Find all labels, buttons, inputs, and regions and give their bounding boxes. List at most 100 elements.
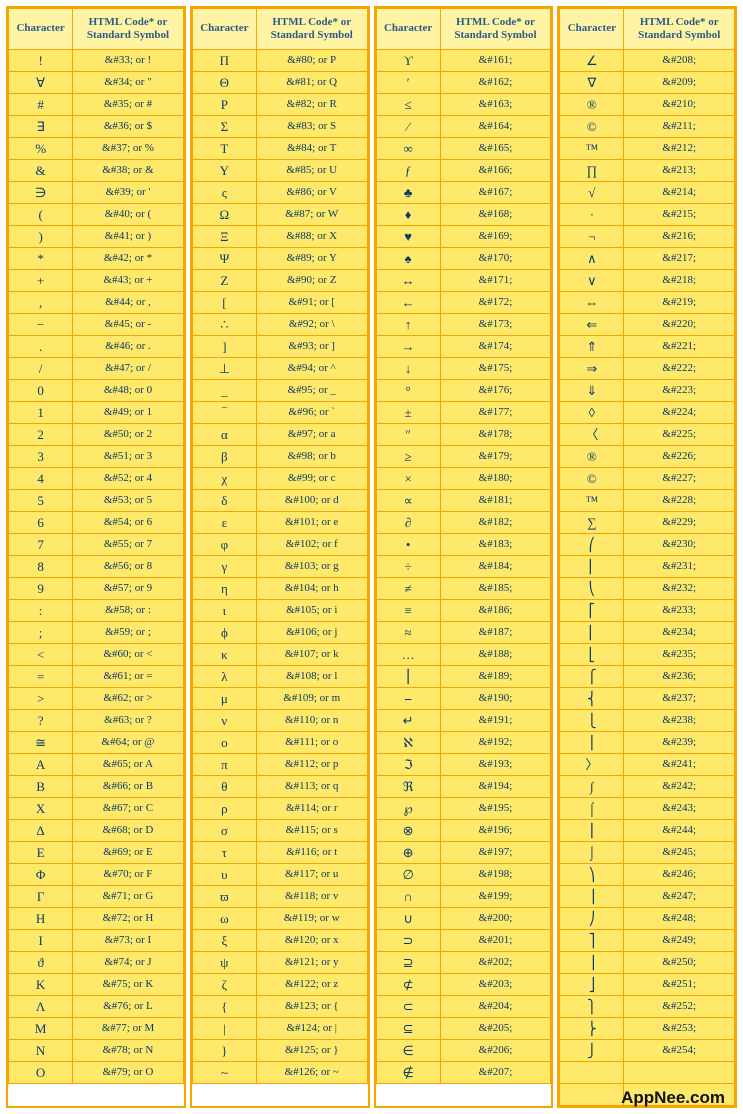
table-row: γ&#103; or g (192, 556, 367, 578)
code-cell: &#82; or R (256, 94, 367, 116)
char-cell: Θ (192, 72, 256, 94)
code-cell: &#93; or ] (256, 336, 367, 358)
table-row: ⎮&#189; (376, 666, 551, 688)
code-cell: &#57; or 9 (73, 578, 184, 600)
table-row: Ρ&#82; or R (192, 94, 367, 116)
code-cell: &#185; (440, 578, 551, 600)
char-cell: ≥ (376, 446, 440, 468)
char-cell: ℵ (376, 732, 440, 754)
code-cell: &#63; or ? (73, 710, 184, 732)
char-cell: ℘ (376, 798, 440, 820)
table-row: 3&#51; or 3 (9, 446, 184, 468)
table-row: ♥&#169; (376, 226, 551, 248)
code-cell: &#94; or ^ (256, 358, 367, 380)
table-row: Ω&#87; or W (192, 204, 367, 226)
table-row: ÷&#184; (376, 556, 551, 578)
table-row: ∠&#208; (560, 50, 735, 72)
table-row: ⎣&#235; (560, 644, 735, 666)
char-cell: ⎧ (560, 666, 624, 688)
table-row: Τ&#84; or T (192, 138, 367, 160)
table-row: ∏&#213; (560, 160, 735, 182)
code-cell: &#50; or 2 (73, 424, 184, 446)
code-cell: &#56; or 8 (73, 556, 184, 578)
code-cell: &#162; (440, 72, 551, 94)
code-cell: &#97; or a (256, 424, 367, 446)
char-cell: } (192, 1040, 256, 1062)
code-cell: &#201; (440, 930, 551, 952)
code-cell: &#169; (440, 226, 551, 248)
code-cell: &#80; or P (256, 50, 367, 72)
char-cell: ↵ (376, 710, 440, 732)
column-0: CharacterHTML Code* or Standard Symbol!&… (6, 6, 186, 1108)
char-cell: 〉 (560, 754, 624, 776)
char-cell: ∋ (9, 182, 73, 204)
table-row: ®&#210; (560, 94, 735, 116)
char-cell: ⎬ (560, 1018, 624, 1040)
code-cell: &#66; or B (73, 776, 184, 798)
char-cell: Ι (9, 930, 73, 952)
code-cell: &#51; or 3 (73, 446, 184, 468)
code-cell: &#233; (624, 600, 735, 622)
char-cell: ϖ (192, 886, 256, 908)
code-cell: &#106; or j (256, 622, 367, 644)
table-row: ⎬&#253; (560, 1018, 735, 1040)
table-row: #&#35; or # (9, 94, 184, 116)
char-cell: √ (560, 182, 624, 204)
char-cell: τ (192, 842, 256, 864)
header-character: Character (192, 9, 256, 50)
table-row: ™&#212; (560, 138, 735, 160)
code-cell: &#61; or = (73, 666, 184, 688)
table-row: !&#33; or ! (9, 50, 184, 72)
code-cell: &#109; or m (256, 688, 367, 710)
table-row: Κ&#75; or K (9, 974, 184, 996)
table-row: ⊗&#196; (376, 820, 551, 842)
code-cell: &#100; or d (256, 490, 367, 512)
char-cell: ∂ (376, 512, 440, 534)
code-cell: &#188; (440, 644, 551, 666)
code-cell: &#208; (624, 50, 735, 72)
char-cell: ∩ (376, 886, 440, 908)
char-table: CharacterHTML Code* or Standard Symbolϒ&… (376, 8, 552, 1084)
table-row: ⎯&#190; (376, 688, 551, 710)
table-row: κ&#107; or k (192, 644, 367, 666)
char-cell: | (192, 1018, 256, 1040)
table-row: Β&#66; or B (9, 776, 184, 798)
code-cell: &#241; (624, 754, 735, 776)
char-cell: ⎮ (560, 820, 624, 842)
table-row: ⎞&#246; (560, 864, 735, 886)
code-cell: &#217; (624, 248, 735, 270)
char-cell (560, 1062, 624, 1084)
table-row: :&#58; or : (9, 600, 184, 622)
char-cell: ⎩ (560, 710, 624, 732)
table-row: →&#174; (376, 336, 551, 358)
table-row: ⎮&#244; (560, 820, 735, 842)
char-cell: : (9, 600, 73, 622)
code-cell: &#165; (440, 138, 551, 160)
char-cell: υ (192, 864, 256, 886)
table-row: =&#61; or = (9, 666, 184, 688)
table-row: ∇&#209; (560, 72, 735, 94)
char-cell: ™ (560, 490, 624, 512)
code-cell: &#191; (440, 710, 551, 732)
table-row: [&#91; or [ (192, 292, 367, 314)
table-row: ⎪&#239; (560, 732, 735, 754)
table-row: {&#123; or { (192, 996, 367, 1018)
char-cell: ® (560, 446, 624, 468)
code-cell: &#45; or - (73, 314, 184, 336)
table-row: ⊃&#201; (376, 930, 551, 952)
table-row: 〉&#241; (560, 754, 735, 776)
char-cell: ψ (192, 952, 256, 974)
char-cell: Χ (9, 798, 73, 820)
code-cell: &#77; or M (73, 1018, 184, 1040)
char-cell: © (560, 116, 624, 138)
code-cell: &#73; or I (73, 930, 184, 952)
table-row: ⎟&#247; (560, 886, 735, 908)
code-cell: &#90; or Z (256, 270, 367, 292)
table-row: ′&#162; (376, 72, 551, 94)
table-row: ¬&#216; (560, 226, 735, 248)
char-cell: α (192, 424, 256, 446)
char-cell: ° (376, 380, 440, 402)
char-cell: ÷ (376, 556, 440, 578)
table-row: Ν&#78; or N (9, 1040, 184, 1062)
code-cell: &#184; (440, 556, 551, 578)
